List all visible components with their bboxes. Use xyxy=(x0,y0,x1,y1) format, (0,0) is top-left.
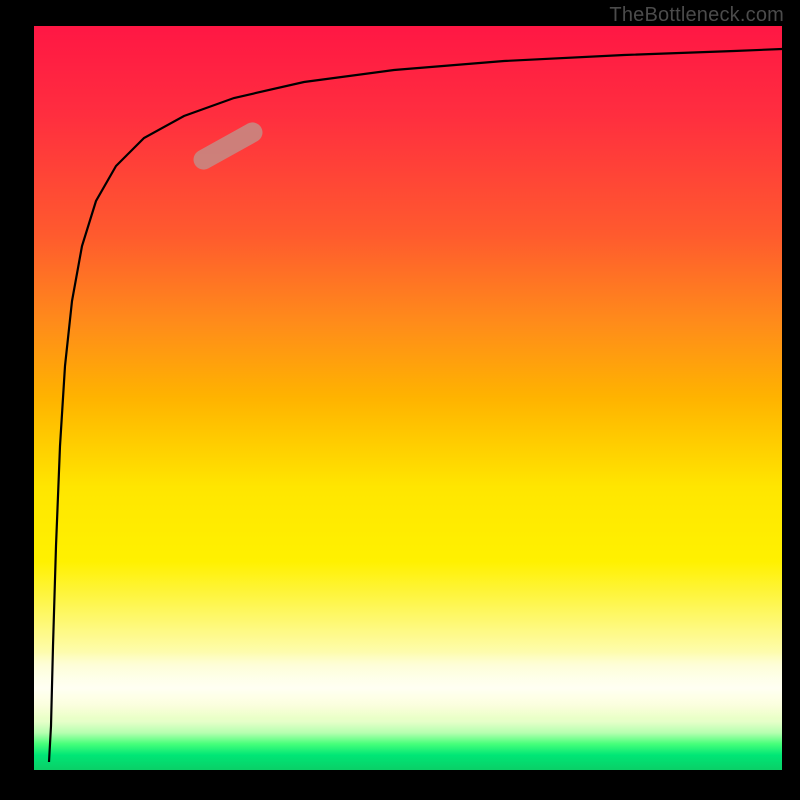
bottleneck-curve xyxy=(49,49,782,762)
attribution-text: TheBottleneck.com xyxy=(609,4,784,27)
chart-frame: TheBottleneck.com xyxy=(0,0,800,800)
curve-svg xyxy=(34,26,782,770)
